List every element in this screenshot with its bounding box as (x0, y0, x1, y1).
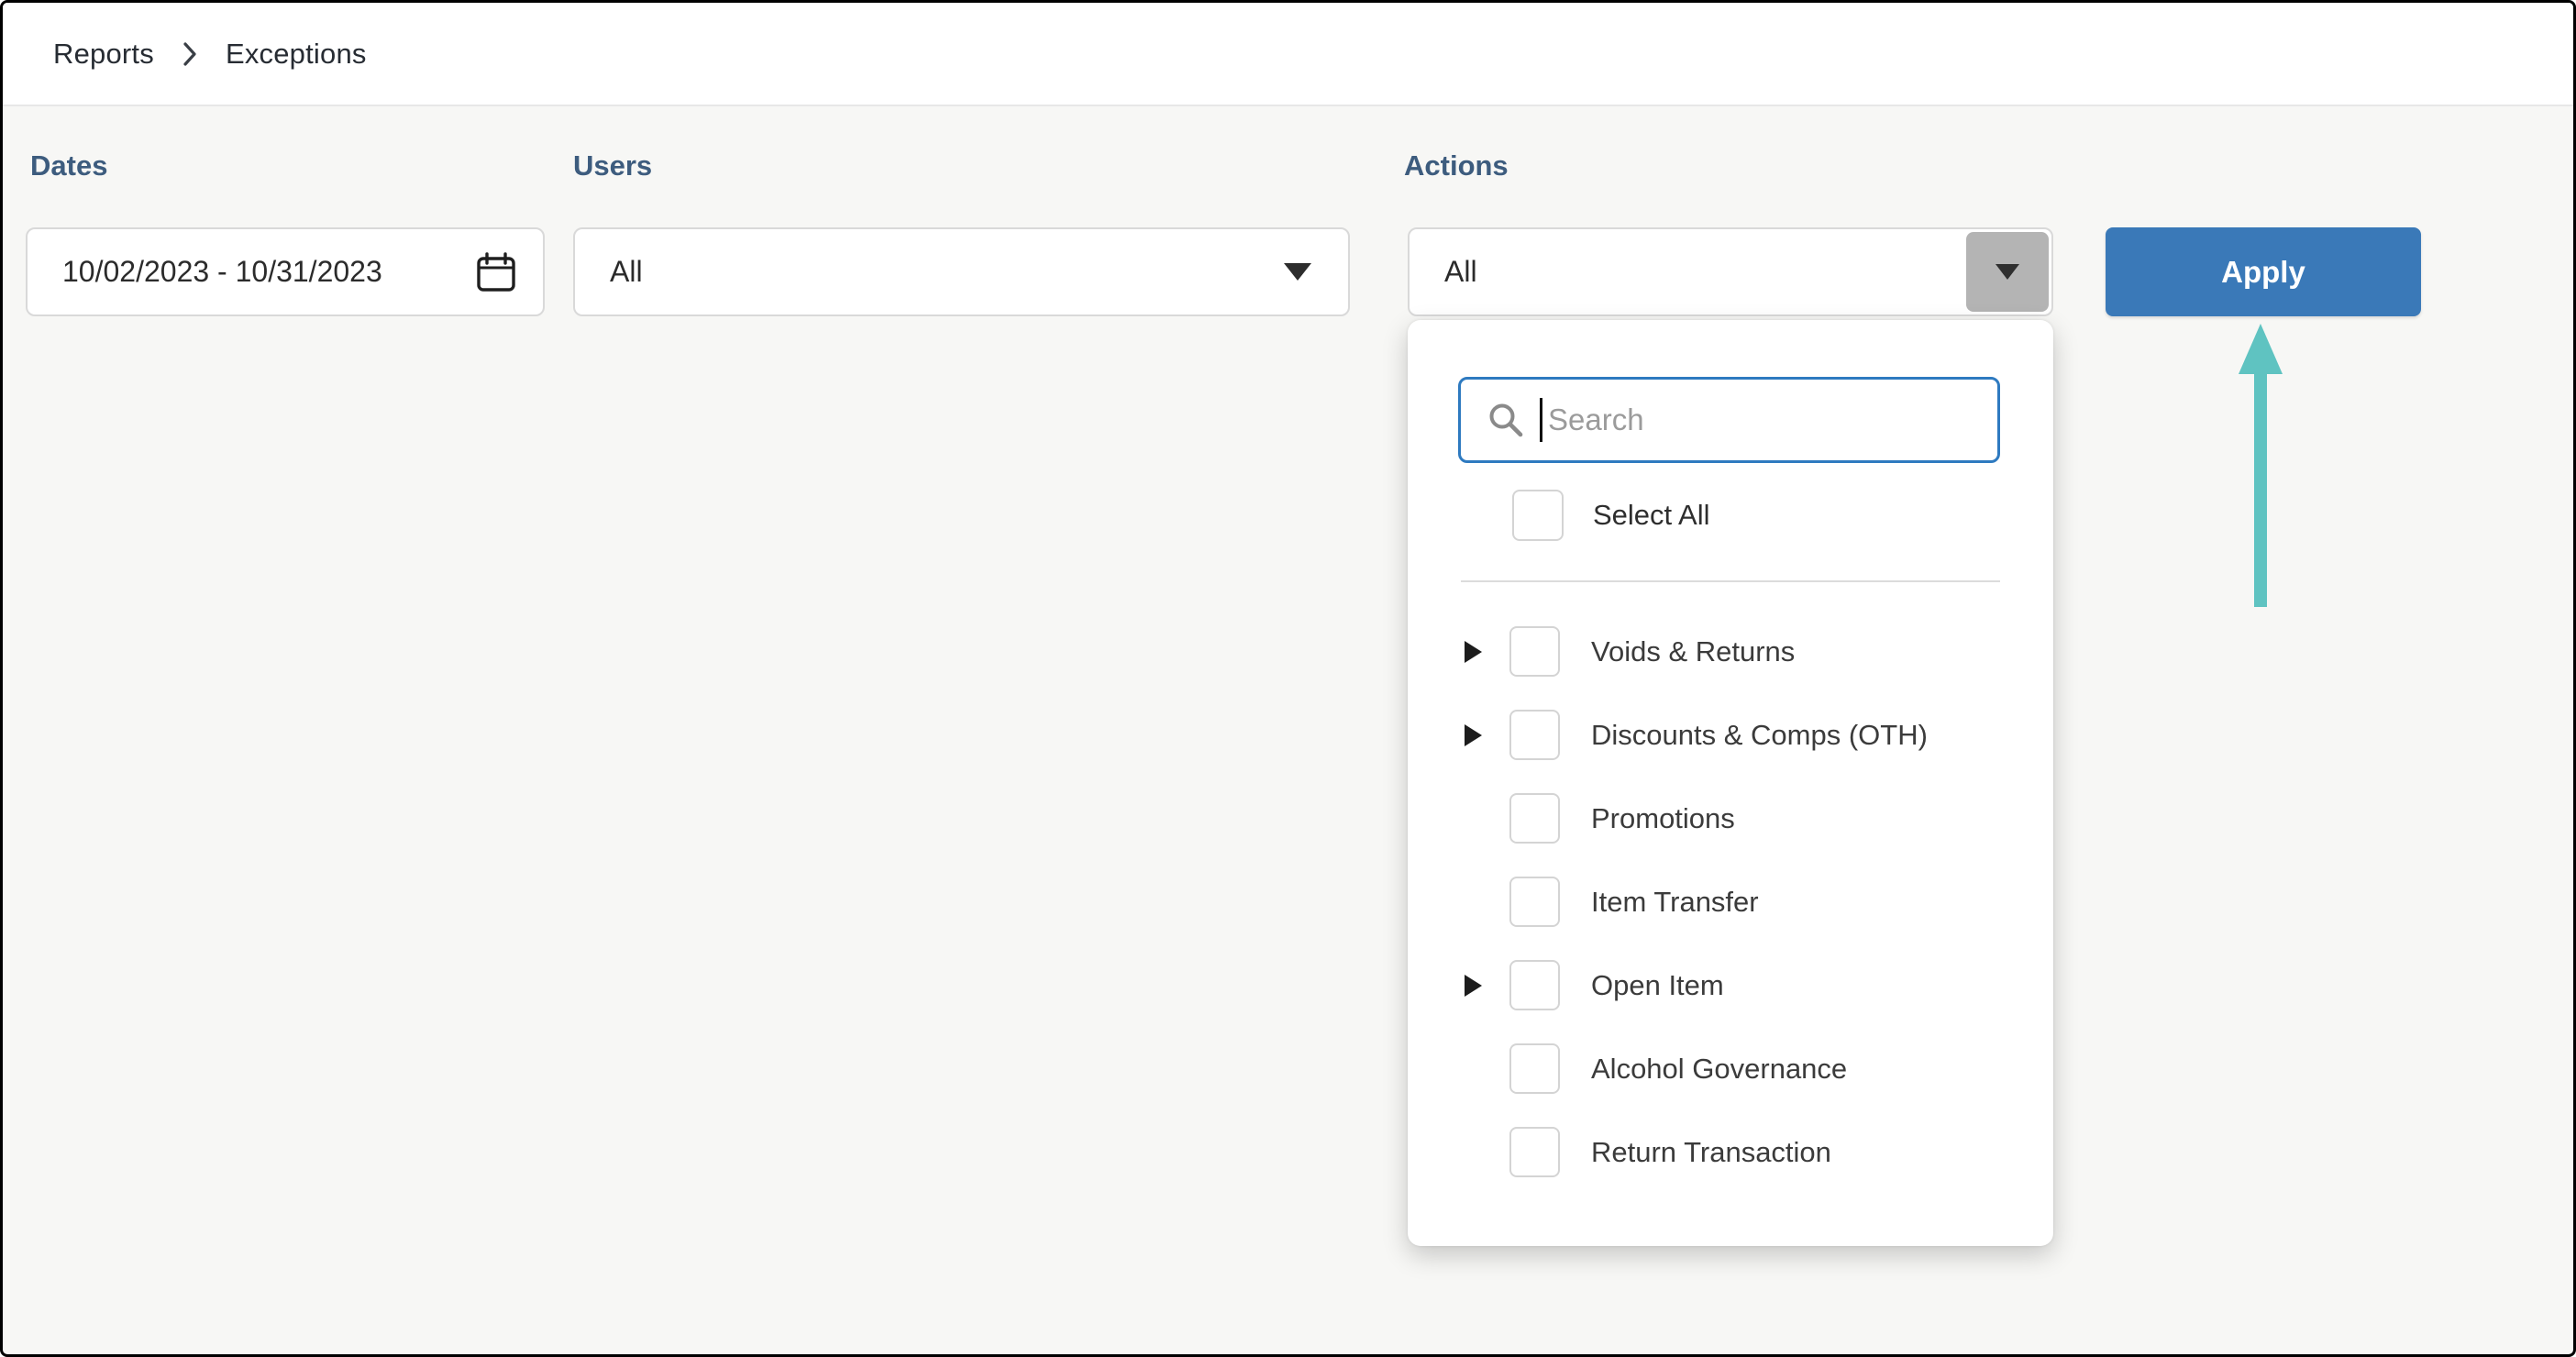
item-checkbox[interactable] (1509, 960, 1560, 1010)
dropdown-item-row[interactable]: Return Transaction (1408, 1110, 2053, 1194)
app-window: Reports Exceptions Dates Users Actions 1… (0, 0, 2576, 1357)
item-checkbox[interactable] (1509, 1043, 1560, 1094)
select-all-label: Select All (1593, 499, 1710, 532)
dropdown-item-row[interactable]: Alcohol Governance (1408, 1027, 2053, 1110)
expand-arrow-icon[interactable] (1465, 641, 1482, 663)
actions-label: Actions (1404, 149, 1509, 182)
dates-label: Dates (30, 149, 107, 182)
users-select[interactable]: All (573, 227, 1350, 316)
text-cursor (1540, 398, 1542, 442)
expand-arrow-icon[interactable] (1465, 975, 1482, 997)
select-all-checkbox[interactable] (1512, 490, 1564, 541)
actions-select[interactable]: All (1408, 227, 2053, 316)
dropdown-item-row[interactable]: Item Transfer (1408, 860, 2053, 943)
actions-dropdown-toggle-button[interactable] (1966, 232, 2049, 312)
item-label: Discounts & Comps (OTH) (1591, 719, 1928, 752)
caret-down-icon (1996, 264, 2019, 280)
dropdown-item-row[interactable]: Promotions (1408, 777, 2053, 860)
annotation-arrow-icon (2231, 322, 2290, 612)
breadcrumb-item-reports[interactable]: Reports (53, 38, 154, 71)
actions-select-value: All (1444, 255, 1477, 289)
dropdown-item-row[interactable]: Discounts & Comps (OTH) (1408, 693, 2053, 777)
caret-down-icon (1284, 263, 1311, 281)
item-checkbox[interactable] (1509, 877, 1560, 927)
calendar-icon (475, 251, 517, 293)
item-label: Open Item (1591, 969, 1724, 1002)
item-checkbox[interactable] (1509, 710, 1560, 760)
search-icon (1487, 401, 1525, 439)
breadcrumb: Reports Exceptions (3, 3, 2573, 106)
search-placeholder: Search (1548, 403, 1644, 437)
dropdown-item-row[interactable]: Voids & Returns (1408, 610, 2053, 693)
item-checkbox[interactable] (1509, 1127, 1560, 1177)
users-label: Users (573, 149, 652, 182)
dropdown-item-row[interactable]: Open Item (1408, 943, 2053, 1027)
item-label: Item Transfer (1591, 886, 1759, 919)
apply-button[interactable]: Apply (2106, 227, 2421, 316)
date-range-input[interactable]: 10/02/2023 - 10/31/2023 (26, 227, 545, 316)
actions-dropdown-panel: Search Select All Voids & Returns Discou… (1408, 320, 2053, 1246)
divider (1461, 580, 2000, 582)
item-label: Promotions (1591, 802, 1735, 835)
users-select-value: All (610, 255, 643, 289)
select-all-row[interactable]: Select All (1512, 483, 2035, 547)
dropdown-search-input[interactable]: Search (1458, 377, 2000, 463)
item-checkbox[interactable] (1509, 793, 1560, 844)
breadcrumb-item-exceptions[interactable]: Exceptions (226, 38, 367, 71)
item-checkbox[interactable] (1509, 626, 1560, 677)
item-label: Alcohol Governance (1591, 1053, 1847, 1086)
item-label: Return Transaction (1591, 1136, 1831, 1169)
expand-arrow-icon[interactable] (1465, 724, 1482, 746)
item-label: Voids & Returns (1591, 635, 1795, 668)
actions-dropdown-item-list: Voids & Returns Discounts & Comps (OTH) … (1408, 610, 2053, 1194)
chevron-right-icon (182, 40, 198, 68)
date-range-value: 10/02/2023 - 10/31/2023 (62, 255, 382, 289)
